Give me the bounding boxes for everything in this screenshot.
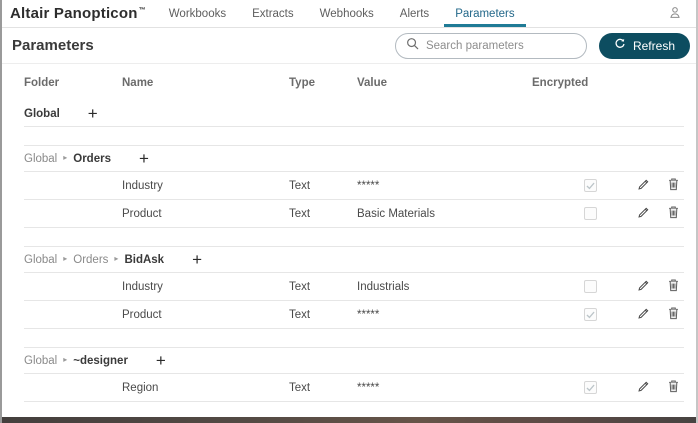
parameter-row: Product Text Basic Materials xyxy=(24,200,684,228)
folder-group-global-orders-bidask: Global ▸ Orders ▸ BidAsk + Industry Text… xyxy=(24,246,684,329)
parameter-value: ***** xyxy=(357,179,380,192)
encrypted-checkbox xyxy=(584,280,597,293)
folder-group-global-designer: Global ▸ ~designer + Region Text ***** xyxy=(24,347,684,402)
delete-parameter-button[interactable] xyxy=(667,306,680,323)
app-window: Altair Panopticon ™ Workbooks Extracts We… xyxy=(0,0,698,423)
encrypted-checkbox xyxy=(584,179,597,192)
breadcrumb-separator-icon: ▸ xyxy=(63,153,68,162)
search-input[interactable] xyxy=(425,39,576,52)
folder-breadcrumb-row: Global ▸ Orders ▸ BidAsk + xyxy=(24,247,684,273)
breadcrumb-segment: ~designer xyxy=(73,354,128,367)
parameter-name: Product xyxy=(122,308,162,321)
breadcrumb-segment: Global xyxy=(24,253,58,266)
breadcrumb-segment: Global xyxy=(24,354,58,367)
parameter-name: Industry xyxy=(122,280,163,293)
edit-parameter-button[interactable] xyxy=(637,206,650,222)
delete-parameter-button[interactable] xyxy=(667,278,680,295)
add-parameter-button[interactable]: + xyxy=(86,105,100,122)
brand-logo[interactable]: Altair Panopticon ™ xyxy=(10,0,146,27)
search-box xyxy=(394,32,587,59)
trash-icon xyxy=(667,278,680,295)
parameter-type: Text xyxy=(289,207,311,220)
pencil-icon xyxy=(637,380,650,396)
parameter-row: Region Text ***** xyxy=(24,374,684,402)
search-icon xyxy=(406,37,419,55)
breadcrumb-separator-icon: ▸ xyxy=(63,254,68,263)
edit-parameter-button[interactable] xyxy=(637,380,650,396)
trash-icon xyxy=(667,205,680,222)
edit-parameter-button[interactable] xyxy=(637,279,650,295)
encrypted-checkbox xyxy=(584,207,597,220)
parameter-row: Product Text ***** xyxy=(24,301,684,329)
add-parameter-button[interactable]: + xyxy=(137,150,151,167)
refresh-button[interactable]: Refresh xyxy=(598,32,690,59)
delete-parameter-button[interactable] xyxy=(667,205,680,222)
breadcrumb-segment: BidAsk xyxy=(124,253,165,266)
add-parameter-button[interactable]: + xyxy=(154,352,168,369)
parameter-name: Region xyxy=(122,381,159,394)
breadcrumb-segment: Orders xyxy=(73,152,111,165)
breadcrumb-separator-icon: ▸ xyxy=(63,355,68,364)
nav-tab-workbooks[interactable]: Workbooks xyxy=(156,0,239,27)
delete-parameter-button[interactable] xyxy=(667,379,680,396)
folder-group-global-orders: Global ▸ Orders + Industry Text ***** Pr… xyxy=(24,145,684,228)
parameters-table: Folder Name Type Value Encrypted Global … xyxy=(2,64,696,402)
breadcrumb-segment: Global xyxy=(24,152,58,165)
page-title: Parameters xyxy=(12,37,94,54)
parameter-type: Text xyxy=(289,308,311,321)
breadcrumb-segment: Global xyxy=(24,107,60,120)
column-header-encrypted: Encrypted xyxy=(532,76,589,89)
parameter-row: Industry Text Industrials xyxy=(24,273,684,301)
edit-parameter-button[interactable] xyxy=(637,307,650,323)
pencil-icon xyxy=(637,206,650,222)
encrypted-checkbox xyxy=(584,308,597,321)
nav-tab-extracts[interactable]: Extracts xyxy=(239,0,307,27)
breadcrumb-segment: Orders xyxy=(73,253,109,266)
column-header-name: Name xyxy=(122,76,154,89)
parameter-type: Text xyxy=(289,280,311,293)
column-header-type: Type xyxy=(289,76,315,89)
folder-breadcrumb-row: Global ▸ Orders + xyxy=(24,146,684,172)
add-parameter-button[interactable]: + xyxy=(190,251,204,268)
parameter-name: Industry xyxy=(122,179,163,192)
nav-tabs: Workbooks Extracts Webhooks Alerts Param… xyxy=(156,0,528,27)
edit-parameter-button[interactable] xyxy=(637,178,650,194)
folder-breadcrumb-row: Global + xyxy=(24,101,684,127)
refresh-button-label: Refresh xyxy=(632,38,675,53)
column-header-folder: Folder xyxy=(24,76,60,89)
breadcrumb-separator-icon: ▸ xyxy=(114,254,119,263)
encrypted-checkbox xyxy=(584,381,597,394)
trademark-symbol: ™ xyxy=(138,7,146,14)
parameter-value: ***** xyxy=(357,381,380,394)
trash-icon xyxy=(667,306,680,323)
parameter-type: Text xyxy=(289,381,311,394)
trash-icon xyxy=(667,379,680,396)
delete-parameter-button[interactable] xyxy=(667,177,680,194)
page-header: Parameters Refresh xyxy=(2,28,696,64)
parameter-type: Text xyxy=(289,179,311,192)
folder-group-global: Global + xyxy=(24,101,684,127)
top-navbar: Altair Panopticon ™ Workbooks Extracts We… xyxy=(2,0,696,28)
parameter-value: Industrials xyxy=(357,280,410,293)
folder-breadcrumb-row: Global ▸ ~designer + xyxy=(24,348,684,374)
parameter-value: Basic Materials xyxy=(357,207,435,220)
table-column-headers: Folder Name Type Value Encrypted xyxy=(24,64,684,101)
column-header-value: Value xyxy=(357,76,388,89)
pencil-icon xyxy=(637,178,650,194)
brand-logo-text: Altair Panopticon xyxy=(10,5,138,22)
user-account-button[interactable] xyxy=(664,0,686,27)
window-bottom-edge xyxy=(2,417,696,423)
nav-tab-alerts[interactable]: Alerts xyxy=(387,0,442,27)
person-icon xyxy=(668,5,682,23)
trash-icon xyxy=(667,177,680,194)
pencil-icon xyxy=(637,279,650,295)
parameter-row: Industry Text ***** xyxy=(24,172,684,200)
pencil-icon xyxy=(637,307,650,323)
parameter-name: Product xyxy=(122,207,162,220)
nav-tab-parameters[interactable]: Parameters xyxy=(442,0,527,27)
nav-tab-webhooks[interactable]: Webhooks xyxy=(307,0,387,27)
parameter-value: ***** xyxy=(357,308,380,321)
refresh-icon xyxy=(614,38,626,53)
